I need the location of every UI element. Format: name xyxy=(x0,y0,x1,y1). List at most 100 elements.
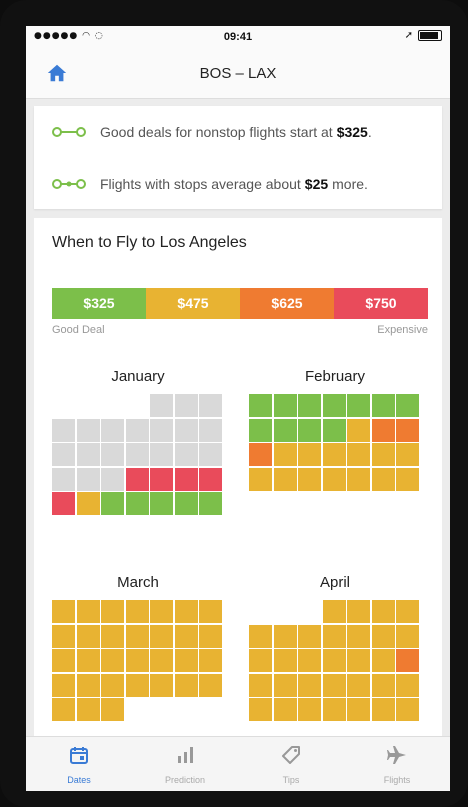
calendar-day-cell[interactable] xyxy=(150,649,173,672)
calendar-day-cell[interactable] xyxy=(298,624,321,648)
calendar-day-cell[interactable] xyxy=(249,418,272,442)
calendar-day-cell[interactable] xyxy=(174,673,198,697)
calendar-day-cell[interactable] xyxy=(150,467,173,491)
calendar-day-cell[interactable] xyxy=(396,467,419,491)
tab-dates[interactable]: Dates xyxy=(26,737,132,791)
calendar-day-cell[interactable] xyxy=(298,394,321,417)
calendar-day-cell[interactable] xyxy=(371,673,395,697)
calendar-day-cell[interactable] xyxy=(396,649,419,672)
calendar-day-cell[interactable] xyxy=(273,649,297,672)
calendar-day-cell[interactable] xyxy=(396,624,419,648)
calendar-day-cell[interactable] xyxy=(322,673,346,697)
calendar-day-cell[interactable] xyxy=(322,600,346,623)
calendar-day-cell[interactable] xyxy=(52,698,75,721)
calendar-day-cell[interactable] xyxy=(125,492,149,515)
calendar-day-cell[interactable] xyxy=(150,624,173,648)
tab-tips[interactable]: Tips xyxy=(238,737,344,791)
tab-prediction[interactable]: Prediction xyxy=(132,737,238,791)
calendar-day-cell[interactable] xyxy=(76,492,100,515)
calendar-day-cell[interactable] xyxy=(347,600,370,623)
calendar-day-cell[interactable] xyxy=(347,443,370,466)
calendar-day-cell[interactable] xyxy=(273,394,297,417)
calendar-day-cell[interactable] xyxy=(101,600,124,623)
calendar-day-cell[interactable] xyxy=(52,492,75,515)
calendar-day-cell[interactable] xyxy=(199,492,222,515)
calendar-day-cell[interactable] xyxy=(347,467,370,491)
calendar-day-cell[interactable] xyxy=(52,600,75,623)
calendar-day-cell[interactable] xyxy=(174,492,198,515)
calendar-day-cell[interactable] xyxy=(396,698,419,721)
calendar-day-cell[interactable] xyxy=(273,467,297,491)
calendar-day-cell[interactable] xyxy=(396,600,419,623)
calendar-day-cell[interactable] xyxy=(199,649,222,672)
calendar-day-cell[interactable] xyxy=(347,698,370,721)
calendar-day-cell[interactable] xyxy=(322,394,346,417)
calendar-day-cell[interactable] xyxy=(125,624,149,648)
calendar-day-cell[interactable] xyxy=(76,698,100,721)
calendar-day-cell[interactable] xyxy=(347,394,370,417)
calendar-day-cell[interactable] xyxy=(76,600,100,623)
calendar-day-cell[interactable] xyxy=(371,698,395,721)
calendar-day-cell[interactable] xyxy=(273,624,297,648)
calendar-day-cell[interactable] xyxy=(125,649,149,672)
calendar-day-cell[interactable] xyxy=(199,467,222,491)
calendar-day-cell[interactable] xyxy=(101,649,124,672)
calendar-day-cell[interactable] xyxy=(298,673,321,697)
calendar-day-cell[interactable] xyxy=(52,649,75,672)
calendar-day-cell[interactable] xyxy=(273,418,297,442)
calendar-day-cell[interactable] xyxy=(347,673,370,697)
calendar-day-cell[interactable] xyxy=(52,673,75,697)
calendar-day-cell[interactable] xyxy=(150,673,173,697)
calendar-day-cell[interactable] xyxy=(347,418,370,442)
calendar-day-cell[interactable] xyxy=(298,649,321,672)
calendar-day-cell[interactable] xyxy=(76,649,100,672)
calendar-day-cell[interactable] xyxy=(249,443,272,466)
calendar-day-cell[interactable] xyxy=(322,698,346,721)
calendar-day-cell[interactable] xyxy=(273,673,297,697)
calendar-day-cell[interactable] xyxy=(52,624,75,648)
calendar-day-cell[interactable] xyxy=(249,394,272,417)
calendar-day-cell[interactable] xyxy=(125,600,149,623)
calendar-day-cell[interactable] xyxy=(371,649,395,672)
calendar-day-cell[interactable] xyxy=(249,649,272,672)
calendar-day-cell[interactable] xyxy=(322,443,346,466)
calendar-day-cell[interactable] xyxy=(249,698,272,721)
calendar-day-cell[interactable] xyxy=(322,649,346,672)
calendar-day-cell[interactable] xyxy=(249,624,272,648)
calendar-day-cell[interactable] xyxy=(101,698,124,721)
calendar-day-cell[interactable] xyxy=(396,443,419,466)
calendar-day-cell[interactable] xyxy=(322,624,346,648)
tab-flights[interactable]: Flights xyxy=(344,737,450,791)
calendar-day-cell[interactable] xyxy=(101,673,124,697)
calendar-day-cell[interactable] xyxy=(125,467,149,491)
calendar-day-cell[interactable] xyxy=(273,443,297,466)
calendar-day-cell[interactable] xyxy=(174,649,198,672)
calendar-day-cell[interactable] xyxy=(249,673,272,697)
calendar-day-cell[interactable] xyxy=(322,467,346,491)
calendar-day-cell[interactable] xyxy=(322,418,346,442)
calendar-day-cell[interactable] xyxy=(371,624,395,648)
calendar-day-cell[interactable] xyxy=(150,600,173,623)
calendar-day-cell[interactable] xyxy=(396,394,419,417)
calendar-day-cell[interactable] xyxy=(101,492,124,515)
calendar-day-cell[interactable] xyxy=(347,649,370,672)
calendar-day-cell[interactable] xyxy=(298,443,321,466)
calendar-day-cell[interactable] xyxy=(249,467,272,491)
calendar-day-cell[interactable] xyxy=(298,467,321,491)
calendar-day-cell[interactable] xyxy=(371,394,395,417)
calendar-day-cell[interactable] xyxy=(298,418,321,442)
calendar-day-cell[interactable] xyxy=(199,673,222,697)
calendar-day-cell[interactable] xyxy=(174,624,198,648)
calendar-day-cell[interactable] xyxy=(174,600,198,623)
calendar-day-cell[interactable] xyxy=(76,624,100,648)
calendar-day-cell[interactable] xyxy=(101,624,124,648)
calendar-day-cell[interactable] xyxy=(150,492,173,515)
calendar-day-cell[interactable] xyxy=(396,418,419,442)
calendar-day-cell[interactable] xyxy=(396,673,419,697)
calendar-day-cell[interactable] xyxy=(371,600,395,623)
calendar-day-cell[interactable] xyxy=(199,624,222,648)
calendar-day-cell[interactable] xyxy=(298,698,321,721)
calendar-day-cell[interactable] xyxy=(174,467,198,491)
calendar-day-cell[interactable] xyxy=(273,698,297,721)
calendar-day-cell[interactable] xyxy=(125,673,149,697)
